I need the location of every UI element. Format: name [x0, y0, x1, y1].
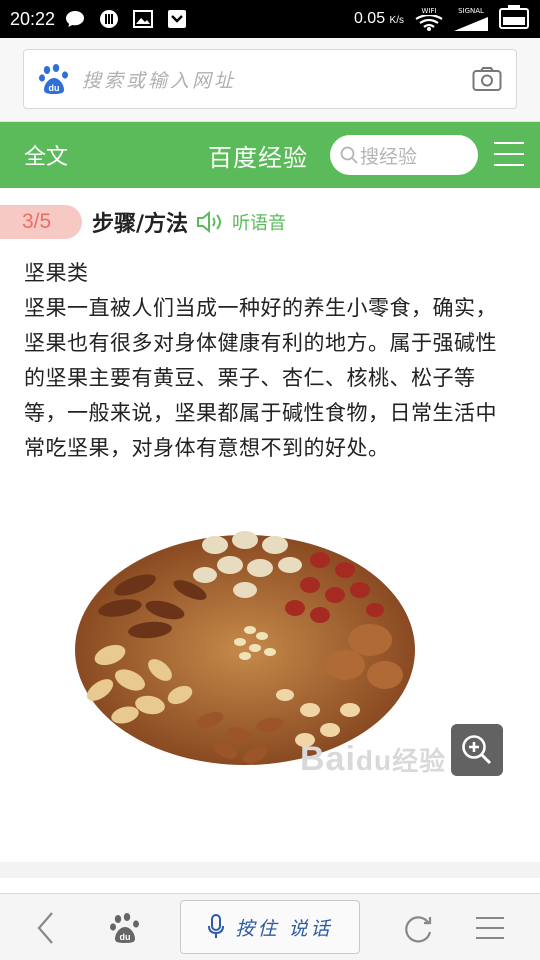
- back-button[interactable]: [26, 894, 66, 960]
- camera-icon[interactable]: [472, 66, 502, 92]
- battery-icon: [498, 4, 530, 35]
- full-text-link[interactable]: 全文: [24, 139, 68, 171]
- zoom-in-icon: [462, 735, 492, 765]
- download-icon: [167, 9, 187, 29]
- back-arrow-icon: [37, 911, 53, 944]
- baidu-paw-icon: du: [39, 64, 68, 94]
- network-speed: 0.05 K/s: [353, 10, 404, 27]
- refresh-button[interactable]: [398, 894, 438, 960]
- app-notification-icon: [99, 9, 119, 29]
- step-header: 3/5 步骤/方法 听语音: [0, 203, 540, 241]
- step-counter-badge: 3/5: [0, 205, 82, 239]
- svg-text:du: du: [49, 83, 60, 93]
- status-bar: 20:22 0.05 K/s WIFI SIGNAL: [0, 0, 540, 38]
- more-menu-button[interactable]: [472, 894, 508, 960]
- search-placeholder: 搜经验: [360, 145, 418, 168]
- address-input[interactable]: du 搜索或输入网址: [23, 49, 517, 109]
- listen-audio-link[interactable]: 听语音: [232, 209, 286, 235]
- hamburger-menu-icon: [476, 916, 504, 939]
- zoom-in-button[interactable]: [451, 724, 503, 776]
- section-divider: [0, 862, 540, 878]
- baidu-home-button[interactable]: du: [104, 894, 146, 960]
- search-icon: [340, 146, 358, 164]
- content-paragraph: 坚果一直被人们当成一种好的养生小零食，确实，坚果也有很多对身体健康有利的地方。属…: [24, 296, 497, 460]
- status-time: 20:22: [10, 8, 56, 29]
- bottom-toolbar: du 按住 说话: [0, 893, 540, 960]
- baidu-paw-icon: du: [110, 912, 139, 943]
- address-bar-container: du 搜索或输入网址: [0, 38, 540, 122]
- step-title: 步骤/方法: [92, 212, 189, 237]
- baidu-jingyan-watermark: Baidu经验: [300, 740, 447, 778]
- experience-search-input[interactable]: 搜经验: [330, 135, 478, 175]
- hold-to-talk-button[interactable]: 按住 说话: [180, 900, 360, 954]
- chat-icon: [65, 9, 85, 29]
- menu-icon[interactable]: [494, 142, 524, 168]
- step-content: 坚果类 坚果一直被人们当成一种好的养生小零食，确实，坚果也有很多对身体健康有利的…: [24, 256, 518, 466]
- address-placeholder: 搜索或输入网址: [82, 69, 237, 92]
- image-icon: [133, 9, 154, 29]
- refresh-icon: [405, 915, 432, 942]
- svg-text:du: du: [120, 932, 131, 942]
- site-brand[interactable]: 百度经验: [208, 138, 308, 173]
- signal-icon: SIGNAL: [454, 7, 488, 31]
- site-nav: 全文 百度经验 搜经验: [0, 122, 540, 188]
- wifi-icon: WIFI: [414, 7, 444, 31]
- content-heading: 坚果类: [24, 261, 89, 285]
- hold-to-talk-label: 按住 说话: [235, 917, 333, 940]
- microphone-icon: [208, 914, 225, 938]
- speaker-icon[interactable]: [196, 211, 226, 233]
- nuts-image[interactable]: [0, 490, 540, 850]
